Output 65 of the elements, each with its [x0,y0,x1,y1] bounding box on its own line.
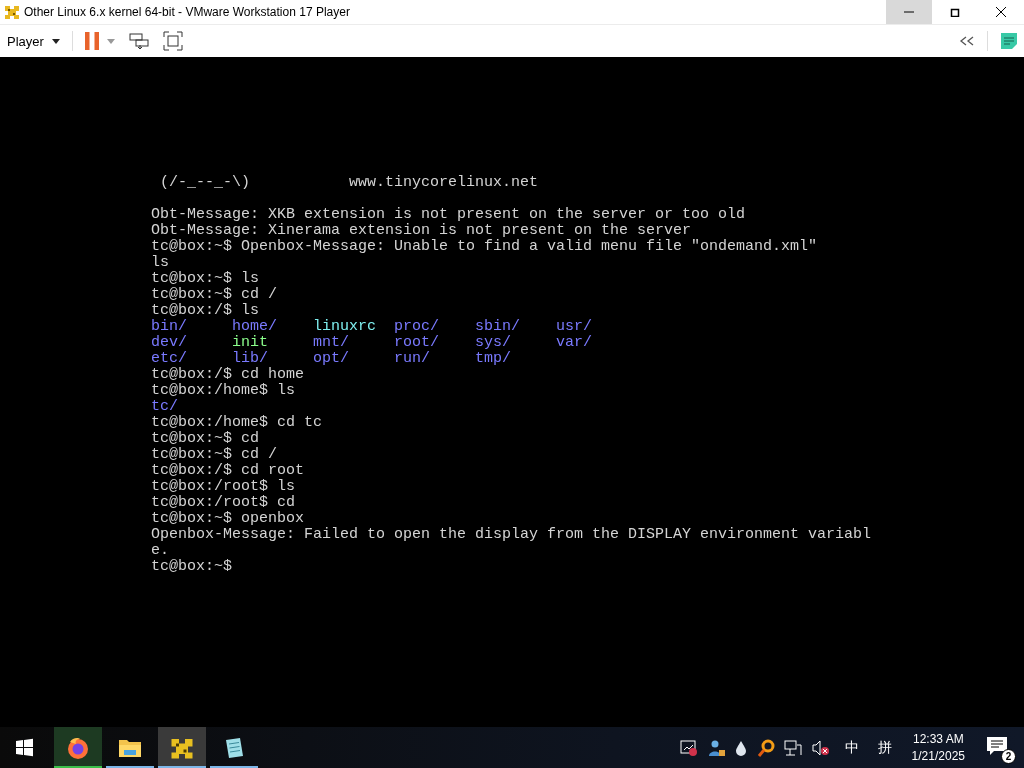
network-icon[interactable] [783,738,802,757]
console-line: tc@box:~$ Openbox-Message: Unable to find a valid menu file "ondemand.xml" [151,239,818,255]
file-entry: usr/ [556,319,593,335]
console-line: tc@box:~$ [151,559,232,575]
file-entry: root/ [394,335,440,351]
console-line: tc@box:/root$ ls [151,479,296,495]
console-line: tc@box:~$ openbox [151,511,305,527]
fullscreen-icon[interactable] [162,31,183,51]
console-line: tc@box:~$ cd [151,431,260,447]
file-entry: tc/ [151,399,179,415]
notification-icon[interactable] [986,735,1008,756]
file-entry: sys/ [475,335,512,351]
player-menu[interactable]: Player [7,33,60,49]
user-icon[interactable] [706,738,725,757]
file-entry: var/ [556,335,593,351]
speaker-muted-icon[interactable] [810,738,831,757]
magnifier-icon[interactable] [756,738,775,757]
file-entry: init [232,335,269,351]
clock-date[interactable]: 1/21/2025 [911,747,965,765]
close-icon [996,7,1006,17]
console-line: tc@box:/$ ls [151,303,260,319]
note-icon[interactable] [1000,32,1018,50]
clock-time[interactable]: 12:33 AM [912,730,964,748]
maximize-icon [950,7,960,17]
browser-taskbar-button[interactable] [54,727,102,768]
collapse-icon[interactable] [959,36,975,46]
console-line: tc@box:~$ ls [151,271,260,287]
presentation-icon[interactable] [679,738,698,757]
file-entry: proc/ [394,319,440,335]
caret-icon[interactable] [106,38,115,44]
notification-count: 2 [1001,748,1016,764]
console-line: ls [151,255,169,271]
file-entry: run/ [394,351,431,367]
file-entry: bin/ [151,319,188,335]
console-line: tc@box:/$ cd home [151,367,305,383]
keyboard-layout-indicator[interactable]: 拼 [877,738,892,757]
file-entry: opt/ [313,351,350,367]
console-line: Openbox-Message: Failed to open the display from the DISPLAY environment variabl [151,527,872,543]
console-line: tc@box:~$ cd / [151,447,278,463]
console-line: tc@box:/$ cd root [151,463,305,479]
console-line: e. [151,543,169,559]
file-entry: linuxrc [313,319,377,335]
send-keys-icon[interactable] [128,32,149,50]
file-entry: mnt/ [313,335,350,351]
notepad-icon [223,735,245,760]
file-entry: etc/ [151,351,188,367]
file-entry: sbin/ [475,319,521,335]
console-line: Obt-Message: Xinerama extension is not present on the server [151,223,692,239]
console-line: tc@box:/home$ ls [151,383,296,399]
app-logo-icon [4,4,20,20]
file-entry: lib/ [232,351,269,367]
file-entry: tmp/ [475,351,512,367]
pause-icon[interactable] [84,32,99,50]
console-line: (/-_--_-\) www.tinycorelinux.net [159,175,539,191]
console-line: Obt-Message: XKB extension is not present on the server or too old [151,207,746,223]
file-entry: home/ [232,319,278,335]
file-entry: dev/ [151,335,188,351]
console-line: tc@box:/home$ cd tc [151,415,323,431]
window-title: Other Linux 6.x kernel 64-bit - VMware Workstation 17 Player [24,5,350,19]
caret-icon [51,39,60,44]
vmware-taskbar-button[interactable] [158,727,206,768]
console-line: tc@box:/root$ cd [151,495,296,511]
browser-icon [66,735,90,760]
input-mode-indicator[interactable]: 中 [844,738,859,757]
console-line: tc@box:~$ cd / [151,287,278,303]
